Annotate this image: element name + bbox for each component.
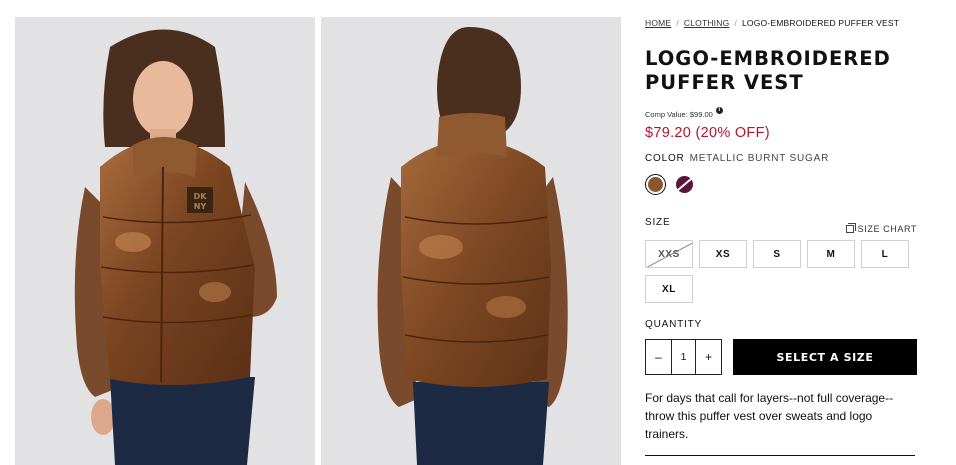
breadcrumb-separator: / [676, 18, 679, 28]
size-options: XXS XS S M L XL [645, 240, 917, 303]
size-option-xs[interactable]: XS [699, 240, 747, 268]
swatch-color-dot [648, 177, 663, 192]
increment-button[interactable]: + [696, 340, 721, 374]
comp-value: Comp Value: $99.00 i [645, 107, 917, 120]
color-swatch-metallic-burnt-sugar[interactable] [645, 174, 666, 195]
purchase-row: – 1 + SELECT A SIZE [645, 339, 917, 375]
sale-price: $79.20 (20% OFF) [645, 125, 770, 141]
size-chart-label: SIZE CHART [857, 224, 917, 234]
external-link-icon [845, 223, 856, 233]
breadcrumb-home[interactable]: HOME [645, 18, 671, 28]
color-selected-name: METALLIC BURNT SUGAR [689, 153, 830, 164]
breadcrumb-clothing[interactable]: CLOTHING [684, 18, 730, 28]
size-chart-link[interactable]: SIZE CHART [845, 223, 917, 234]
product-title: LOGO-EMBROIDERED PUFFER VEST [645, 47, 917, 95]
size-option-xl[interactable]: XL [645, 275, 693, 303]
decrement-button[interactable]: – [646, 340, 671, 374]
svg-text:NY: NY [194, 202, 207, 211]
breadcrumb: HOME / CLOTHING / LOGO-EMBROIDERED PUFFE… [645, 17, 917, 29]
product-title-line2: PUFFER VEST [645, 71, 804, 94]
size-option-xxs[interactable]: XXS [645, 240, 693, 268]
product-photo-front[interactable]: DK NY [15, 17, 315, 465]
product-title-line1: LOGO-EMBROIDERED [645, 47, 891, 70]
size-header: SIZE SIZE CHART [645, 215, 917, 234]
swatch-color-dot [676, 176, 693, 193]
quantity-input[interactable]: 1 [671, 340, 696, 374]
color-swatches [645, 174, 917, 195]
breadcrumb-current: LOGO-EMBROIDERED PUFFER VEST [741, 18, 900, 28]
quantity-label: QUANTITY [645, 319, 702, 330]
model-back-photo [377, 27, 568, 465]
svg-text:DK: DK [194, 192, 208, 201]
size-label: SIZE [645, 217, 671, 228]
model-front-photo: DK NY [74, 29, 277, 465]
breadcrumb-separator: / [734, 18, 737, 28]
info-icon[interactable]: i [715, 107, 723, 114]
select-size-button[interactable]: SELECT A SIZE [733, 339, 917, 375]
divider [645, 455, 915, 456]
quantity-stepper: – 1 + [645, 339, 722, 375]
color-label: COLOR [645, 153, 685, 164]
size-option-l[interactable]: L [861, 240, 909, 268]
product-description: For days that call for layers--not full … [645, 391, 894, 441]
product-details: HOME / CLOTHING / LOGO-EMBROIDERED PUFFE… [645, 17, 917, 456]
color-label-row: COLOR METALLIC BURNT SUGAR [645, 153, 917, 164]
size-option-s[interactable]: S [753, 240, 801, 268]
product-photo-back[interactable] [321, 17, 621, 465]
color-swatch-burgundy[interactable] [674, 174, 695, 195]
comp-value-text: Comp Value: $99.00 [645, 110, 713, 119]
size-option-m[interactable]: M [807, 240, 855, 268]
